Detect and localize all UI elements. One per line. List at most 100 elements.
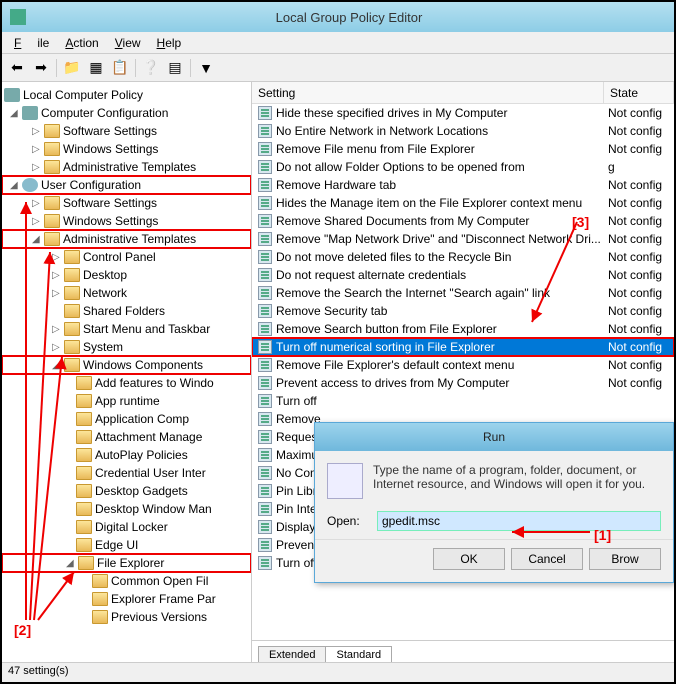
menu-file[interactable]: File xyxy=(6,34,57,52)
setting-icon xyxy=(258,502,272,516)
setting-icon xyxy=(258,268,272,282)
collapse-icon[interactable]: ◢ xyxy=(32,234,44,245)
tree-prev-versions[interactable]: Previous Versions xyxy=(2,608,251,626)
collapse-icon[interactable]: ◢ xyxy=(66,558,78,569)
tree-uc-admin[interactable]: ◢ Administrative Templates xyxy=(2,230,251,248)
back-button[interactable]: ⬅ xyxy=(6,57,28,79)
menu-view[interactable]: View xyxy=(107,34,149,52)
setting-icon xyxy=(258,142,272,156)
column-setting[interactable]: Setting xyxy=(252,82,604,103)
collapse-icon[interactable]: ◢ xyxy=(52,360,64,371)
forward-button[interactable]: ➡ xyxy=(30,57,52,79)
tree-cc-admin[interactable]: ▷ Administrative Templates xyxy=(2,158,251,176)
setting-state: Not config xyxy=(604,286,674,300)
list-row[interactable]: Hide these specified drives in My Comput… xyxy=(252,104,674,122)
help-button[interactable]: ❔ xyxy=(140,57,162,79)
run-open-label: Open: xyxy=(327,514,367,528)
collapse-icon[interactable]: ◢ xyxy=(10,108,22,119)
run-input[interactable] xyxy=(377,511,661,531)
list-row[interactable]: Remove Hardware tabNot config xyxy=(252,176,674,194)
folder-icon xyxy=(64,340,80,354)
tree-user-config[interactable]: ◢ User Configuration xyxy=(2,176,251,194)
tree-autoplay[interactable]: AutoPlay Policies xyxy=(2,446,251,464)
tree-attachment[interactable]: Attachment Manage xyxy=(2,428,251,446)
list-row[interactable]: No Entire Network in Network LocationsNo… xyxy=(252,122,674,140)
setting-state: Not config xyxy=(604,322,674,336)
computer-icon xyxy=(22,106,38,120)
tree-cc-windows[interactable]: ▷ Windows Settings xyxy=(2,140,251,158)
expand-icon[interactable]: ▷ xyxy=(52,342,64,353)
tab-standard[interactable]: Standard xyxy=(325,646,392,662)
tree-cc-software[interactable]: ▷ Software Settings xyxy=(2,122,251,140)
tree-label: Credential User Inter xyxy=(95,466,206,480)
expand-icon[interactable]: ▷ xyxy=(52,270,64,281)
expand-icon[interactable]: ▷ xyxy=(52,288,64,299)
expand-icon[interactable]: ▷ xyxy=(52,252,64,263)
browse-button[interactable]: Brow xyxy=(589,548,661,570)
list-row[interactable]: Prevent access to drives from My Compute… xyxy=(252,374,674,392)
expand-icon[interactable]: ▷ xyxy=(32,126,44,137)
list-row[interactable]: Do not allow Folder Options to be opened… xyxy=(252,158,674,176)
setting-icon xyxy=(258,178,272,192)
tree-startmenu[interactable]: ▷ Start Menu and Taskbar xyxy=(2,320,251,338)
tree-edge[interactable]: Edge UI xyxy=(2,536,251,554)
tree-root[interactable]: Local Computer Policy xyxy=(2,86,251,104)
list-row[interactable]: Remove File menu from File ExplorerNot c… xyxy=(252,140,674,158)
menu-help[interactable]: Help xyxy=(149,34,190,52)
list-row[interactable]: Remove "Map Network Drive" and "Disconne… xyxy=(252,230,674,248)
menu-action[interactable]: Action xyxy=(57,34,106,52)
cancel-button[interactable]: Cancel xyxy=(511,548,583,570)
tree-label: Software Settings xyxy=(63,196,157,210)
list-row[interactable]: Do not request alternate credentialsNot … xyxy=(252,266,674,284)
tree-gadgets[interactable]: Desktop Gadgets xyxy=(2,482,251,500)
tree-control-panel[interactable]: ▷ Control Panel xyxy=(2,248,251,266)
expand-icon[interactable]: ▷ xyxy=(32,144,44,155)
tree-deskwin[interactable]: Desktop Window Man xyxy=(2,500,251,518)
tree-credential[interactable]: Credential User Inter xyxy=(2,464,251,482)
list-row[interactable]: Remove File Explorer's default context m… xyxy=(252,356,674,374)
setting-state: Not config xyxy=(604,340,674,354)
list-row[interactable]: Remove Security tabNot config xyxy=(252,302,674,320)
tree-network[interactable]: ▷ Network xyxy=(2,284,251,302)
ok-button[interactable]: OK xyxy=(433,548,505,570)
tree-system[interactable]: ▷ System xyxy=(2,338,251,356)
expand-icon[interactable]: ▷ xyxy=(32,198,44,209)
collapse-icon[interactable]: ◢ xyxy=(10,180,22,191)
list-row[interactable]: Remove Search button from File ExplorerN… xyxy=(252,320,674,338)
properties-button[interactable]: ▤ xyxy=(164,57,186,79)
list-row[interactable]: Remove the Search the Internet "Search a… xyxy=(252,284,674,302)
show-hide-tree-button[interactable]: ▦ xyxy=(85,57,107,79)
tree-app-compat[interactable]: Application Comp xyxy=(2,410,251,428)
tab-extended[interactable]: Extended xyxy=(258,646,326,662)
column-state[interactable]: State xyxy=(604,82,674,103)
tree-shared[interactable]: Shared Folders xyxy=(2,302,251,320)
list-row[interactable]: Do not move deleted files to the Recycle… xyxy=(252,248,674,266)
expand-icon[interactable]: ▷ xyxy=(32,216,44,227)
tree-desktop[interactable]: ▷ Desktop xyxy=(2,266,251,284)
list-row[interactable]: Remove Shared Documents from My Computer… xyxy=(252,212,674,230)
setting-name: Turn off xyxy=(276,394,604,408)
tree-uc-windows[interactable]: ▷ Windows Settings xyxy=(2,212,251,230)
tree-windows-components[interactable]: ◢ Windows Components xyxy=(2,356,251,374)
tree-digital[interactable]: Digital Locker xyxy=(2,518,251,536)
tree-common-open[interactable]: Common Open Fil xyxy=(2,572,251,590)
expand-icon[interactable]: ▷ xyxy=(32,162,44,173)
filter-button[interactable]: ▼ xyxy=(195,57,217,79)
list-row[interactable]: Hides the Manage item on the File Explor… xyxy=(252,194,674,212)
setting-icon xyxy=(258,466,272,480)
tree-file-explorer[interactable]: ◢ File Explorer xyxy=(2,554,251,572)
run-description: Type the name of a program, folder, docu… xyxy=(373,463,661,499)
list-row[interactable]: Turn off xyxy=(252,392,674,410)
tree-label: Previous Versions xyxy=(111,610,207,624)
tree-panel[interactable]: Local Computer Policy ◢ Computer Configu… xyxy=(2,82,252,662)
list-row[interactable]: Turn off numerical sorting in File Explo… xyxy=(252,338,674,356)
tree-label: Control Panel xyxy=(83,250,156,264)
tree-app-runtime[interactable]: App runtime xyxy=(2,392,251,410)
tree-uc-software[interactable]: ▷ Software Settings xyxy=(2,194,251,212)
tree-add-features[interactable]: Add features to Windo xyxy=(2,374,251,392)
export-button[interactable]: 📋 xyxy=(109,57,131,79)
expand-icon[interactable]: ▷ xyxy=(52,324,64,335)
tree-computer-config[interactable]: ◢ Computer Configuration xyxy=(2,104,251,122)
tree-explorer-frame[interactable]: Explorer Frame Par xyxy=(2,590,251,608)
up-button[interactable]: 📁 xyxy=(61,57,83,79)
